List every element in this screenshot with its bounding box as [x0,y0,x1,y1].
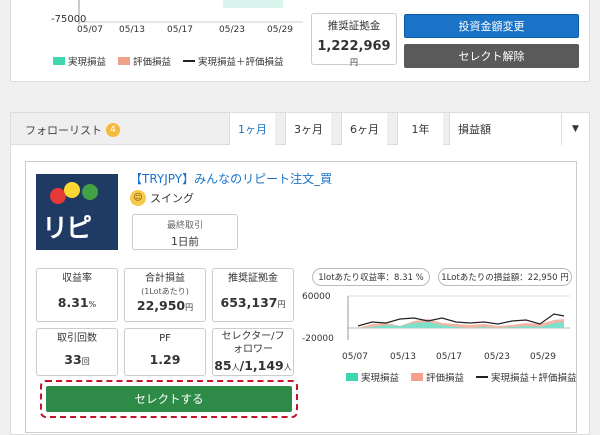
follow-list-tabs-bar: フォローリスト 4 1ヶ月 3ヶ月 6ヶ月 1年 損益額 ▼ [11,113,589,145]
unrealized-swatch [411,373,424,381]
strategy-title-link[interactable]: 【TRYJPY】みんなのリピート注文_買 [130,170,332,187]
logo-dot-yellow [64,182,80,198]
strategy-card: リピ 【TRYJPY】みんなのリピート注文_買 ☺ スイング 最終取引 1日前 … [25,161,577,433]
strategy-pl-chart: 60000 -20000 05/07 05/13 05/17 05/23 05/… [302,290,577,386]
legend-total: 実現損益＋評価損益 [183,54,284,68]
selector-follower-box: セレクター/フォロワー 85人/1,149人 [212,328,294,376]
tab-6-months[interactable]: 6ヶ月 [341,113,387,145]
legend-realized: 実現損益 [53,54,106,68]
top-x-label: 05/17 [167,25,193,35]
trade-count-box: 取引回数 33回 [36,328,118,376]
legend-total: 実現損益＋評価損益 [476,370,577,384]
chart-x-label: 05/17 [436,352,462,362]
follow-count-badge: 4 [106,123,120,137]
realized-swatch [53,57,65,65]
select-button-highlight: セレクトする [40,380,298,418]
top-x-label: 05/07 [77,25,103,35]
top-chart-svg [78,0,303,24]
top-margin-label: 推奨証拠金 [327,20,381,32]
top-pl-chart: -75000 [35,0,305,80]
chart-x-label: 05/23 [484,352,510,362]
chart-legend: 実現損益 評価損益 実現損益＋評価損益 [346,370,577,384]
return-rate-box: 収益率 8.31% [36,268,118,322]
chart-x-label: 05/07 [342,352,368,362]
strategy-type: ☺ スイング [130,190,194,206]
legend-unrealized: 評価損益 [411,370,464,384]
legend-realized: 実現損益 [346,370,399,384]
recommended-margin-box: 推奨証拠金 653,137円 [212,268,294,322]
sort-value: 損益額 [458,123,491,136]
deselect-button[interactable]: セレクト解除 [404,44,579,68]
pf-box: PF 1.29 [124,328,206,376]
return-rate-pill: 1lotあたり収益率：8.31 % [312,268,430,286]
chart-x-label: 05/29 [530,352,556,362]
top-strategy-card: -75000 05/07 05/13 05/17 05/23 05/29 実現損… [10,0,590,82]
logo-dot-green [82,184,98,200]
total-pl-box: 合計損益 (1Lotあたり) 22,950円 [124,268,206,322]
top-x-label: 05/29 [267,25,293,35]
total-line-swatch [476,376,489,378]
change-investment-button[interactable]: 投資金額変更 [404,14,579,38]
chevron-down-icon[interactable]: ▼ [561,113,589,145]
total-line-swatch [183,60,196,62]
follow-list-title: フォローリスト 4 [25,122,120,138]
top-recommended-margin: 推奨証拠金 1,222,969 円 [311,13,397,67]
legend-unrealized: 評価損益 [118,54,171,68]
last-trade-box: 最終取引 1日前 [132,214,238,250]
realized-swatch [346,373,358,381]
top-x-label: 05/23 [219,25,245,35]
unrealized-swatch [118,57,131,65]
tab-1-year[interactable]: 1年 [397,113,443,145]
tab-3-months[interactable]: 3ヶ月 [285,113,331,145]
top-chart-y-min: -75000 [51,14,87,25]
chart-x-label: 05/13 [390,352,416,362]
chart-svg [347,295,570,340]
top-margin-value: 1,222,969 円 [317,39,391,67]
top-x-label: 05/13 [119,25,145,35]
tab-1-month[interactable]: 1ヶ月 [229,113,275,145]
follow-list-section: フォローリスト 4 1ヶ月 3ヶ月 6ヶ月 1年 損益額 ▼ リピ 【TRYJP… [10,112,590,435]
repeat-logo: リピ [36,174,118,250]
sort-select[interactable]: 損益額 ▼ [449,113,589,145]
logo-text: リピ [42,214,92,244]
pl-amount-pill: 1Lotあたりの損益額：22,950 円 [438,268,572,286]
smile-icon: ☺ [130,190,146,206]
top-chart-legend: 実現損益 評価損益 実現損益＋評価損益 [53,54,284,68]
select-button[interactable]: セレクトする [46,386,292,412]
